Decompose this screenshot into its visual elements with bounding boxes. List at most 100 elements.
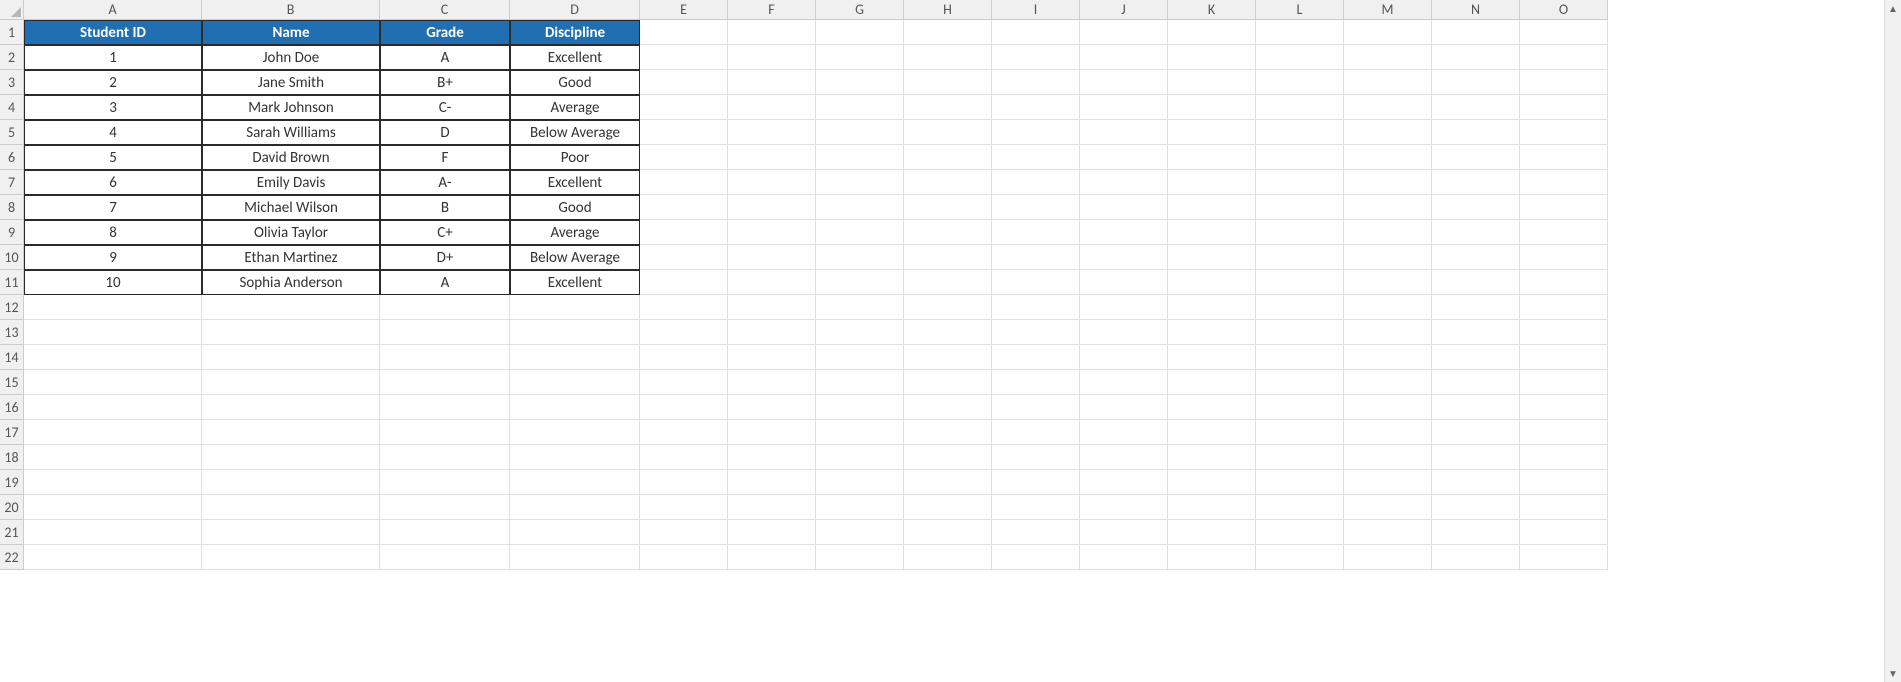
cell-B12[interactable] bbox=[202, 295, 380, 320]
cell-H1[interactable] bbox=[904, 20, 992, 45]
cell-J20[interactable] bbox=[1080, 495, 1168, 520]
cell-I10[interactable] bbox=[992, 245, 1080, 270]
cell-J21[interactable] bbox=[1080, 520, 1168, 545]
cell-G10[interactable] bbox=[816, 245, 904, 270]
cell-B11[interactable]: Sophia Anderson bbox=[202, 270, 380, 295]
cell-N17[interactable] bbox=[1432, 420, 1520, 445]
cell-C5[interactable]: D bbox=[380, 120, 510, 145]
cell-L20[interactable] bbox=[1256, 495, 1344, 520]
cell-E13[interactable] bbox=[640, 320, 728, 345]
cell-B4[interactable]: Mark Johnson bbox=[202, 95, 380, 120]
cell-F1[interactable] bbox=[728, 20, 816, 45]
cell-D1[interactable]: Discipline bbox=[510, 20, 640, 45]
cell-J13[interactable] bbox=[1080, 320, 1168, 345]
cell-D17[interactable] bbox=[510, 420, 640, 445]
cell-L8[interactable] bbox=[1256, 195, 1344, 220]
cell-K2[interactable] bbox=[1168, 45, 1256, 70]
row-header-17[interactable]: 17 bbox=[0, 420, 24, 445]
cell-G1[interactable] bbox=[816, 20, 904, 45]
cell-A7[interactable]: 6 bbox=[24, 170, 202, 195]
cell-J22[interactable] bbox=[1080, 545, 1168, 570]
row-header-13[interactable]: 13 bbox=[0, 320, 24, 345]
row-header-10[interactable]: 10 bbox=[0, 245, 24, 270]
cell-C3[interactable]: B+ bbox=[380, 70, 510, 95]
col-header-C[interactable]: C bbox=[380, 0, 510, 20]
cell-N16[interactable] bbox=[1432, 395, 1520, 420]
cell-L2[interactable] bbox=[1256, 45, 1344, 70]
cell-N14[interactable] bbox=[1432, 345, 1520, 370]
cell-L9[interactable] bbox=[1256, 220, 1344, 245]
cell-F11[interactable] bbox=[728, 270, 816, 295]
cell-D11[interactable]: Excellent bbox=[510, 270, 640, 295]
cell-F13[interactable] bbox=[728, 320, 816, 345]
cell-B1[interactable]: Name bbox=[202, 20, 380, 45]
cell-B17[interactable] bbox=[202, 420, 380, 445]
cell-I6[interactable] bbox=[992, 145, 1080, 170]
cell-L17[interactable] bbox=[1256, 420, 1344, 445]
cell-C12[interactable] bbox=[380, 295, 510, 320]
cell-I4[interactable] bbox=[992, 95, 1080, 120]
cell-I13[interactable] bbox=[992, 320, 1080, 345]
cell-F22[interactable] bbox=[728, 545, 816, 570]
cell-J18[interactable] bbox=[1080, 445, 1168, 470]
cell-B5[interactable]: Sarah Williams bbox=[202, 120, 380, 145]
cell-G13[interactable] bbox=[816, 320, 904, 345]
cell-B3[interactable]: Jane Smith bbox=[202, 70, 380, 95]
cell-L10[interactable] bbox=[1256, 245, 1344, 270]
cell-O11[interactable] bbox=[1520, 270, 1608, 295]
cell-M10[interactable] bbox=[1344, 245, 1432, 270]
cell-I18[interactable] bbox=[992, 445, 1080, 470]
row-header-15[interactable]: 15 bbox=[0, 370, 24, 395]
cell-F19[interactable] bbox=[728, 470, 816, 495]
cell-H14[interactable] bbox=[904, 345, 992, 370]
cell-J11[interactable] bbox=[1080, 270, 1168, 295]
cell-D8[interactable]: Good bbox=[510, 195, 640, 220]
cell-C10[interactable]: D+ bbox=[380, 245, 510, 270]
cell-M17[interactable] bbox=[1344, 420, 1432, 445]
cell-E22[interactable] bbox=[640, 545, 728, 570]
cell-E1[interactable] bbox=[640, 20, 728, 45]
cell-N6[interactable] bbox=[1432, 145, 1520, 170]
cell-L7[interactable] bbox=[1256, 170, 1344, 195]
cell-E8[interactable] bbox=[640, 195, 728, 220]
cell-N5[interactable] bbox=[1432, 120, 1520, 145]
cell-O17[interactable] bbox=[1520, 420, 1608, 445]
cell-E11[interactable] bbox=[640, 270, 728, 295]
cell-H8[interactable] bbox=[904, 195, 992, 220]
cell-G18[interactable] bbox=[816, 445, 904, 470]
cell-L16[interactable] bbox=[1256, 395, 1344, 420]
cell-H22[interactable] bbox=[904, 545, 992, 570]
row-header-5[interactable]: 5 bbox=[0, 120, 24, 145]
cell-L3[interactable] bbox=[1256, 70, 1344, 95]
cell-E15[interactable] bbox=[640, 370, 728, 395]
col-header-K[interactable]: K bbox=[1168, 0, 1256, 20]
cell-D18[interactable] bbox=[510, 445, 640, 470]
cell-D20[interactable] bbox=[510, 495, 640, 520]
cell-F9[interactable] bbox=[728, 220, 816, 245]
cell-K12[interactable] bbox=[1168, 295, 1256, 320]
cell-E14[interactable] bbox=[640, 345, 728, 370]
cell-A17[interactable] bbox=[24, 420, 202, 445]
cell-K4[interactable] bbox=[1168, 95, 1256, 120]
cell-K1[interactable] bbox=[1168, 20, 1256, 45]
cell-F21[interactable] bbox=[728, 520, 816, 545]
cell-K15[interactable] bbox=[1168, 370, 1256, 395]
col-header-H[interactable]: H bbox=[904, 0, 992, 20]
cell-H11[interactable] bbox=[904, 270, 992, 295]
cell-E16[interactable] bbox=[640, 395, 728, 420]
cell-D16[interactable] bbox=[510, 395, 640, 420]
cell-J17[interactable] bbox=[1080, 420, 1168, 445]
cell-E4[interactable] bbox=[640, 95, 728, 120]
cell-C15[interactable] bbox=[380, 370, 510, 395]
cell-I2[interactable] bbox=[992, 45, 1080, 70]
cell-G6[interactable] bbox=[816, 145, 904, 170]
cell-M13[interactable] bbox=[1344, 320, 1432, 345]
row-header-3[interactable]: 3 bbox=[0, 70, 24, 95]
cell-H16[interactable] bbox=[904, 395, 992, 420]
cell-N4[interactable] bbox=[1432, 95, 1520, 120]
cell-F16[interactable] bbox=[728, 395, 816, 420]
cell-K13[interactable] bbox=[1168, 320, 1256, 345]
cell-O5[interactable] bbox=[1520, 120, 1608, 145]
cell-D14[interactable] bbox=[510, 345, 640, 370]
cell-E7[interactable] bbox=[640, 170, 728, 195]
